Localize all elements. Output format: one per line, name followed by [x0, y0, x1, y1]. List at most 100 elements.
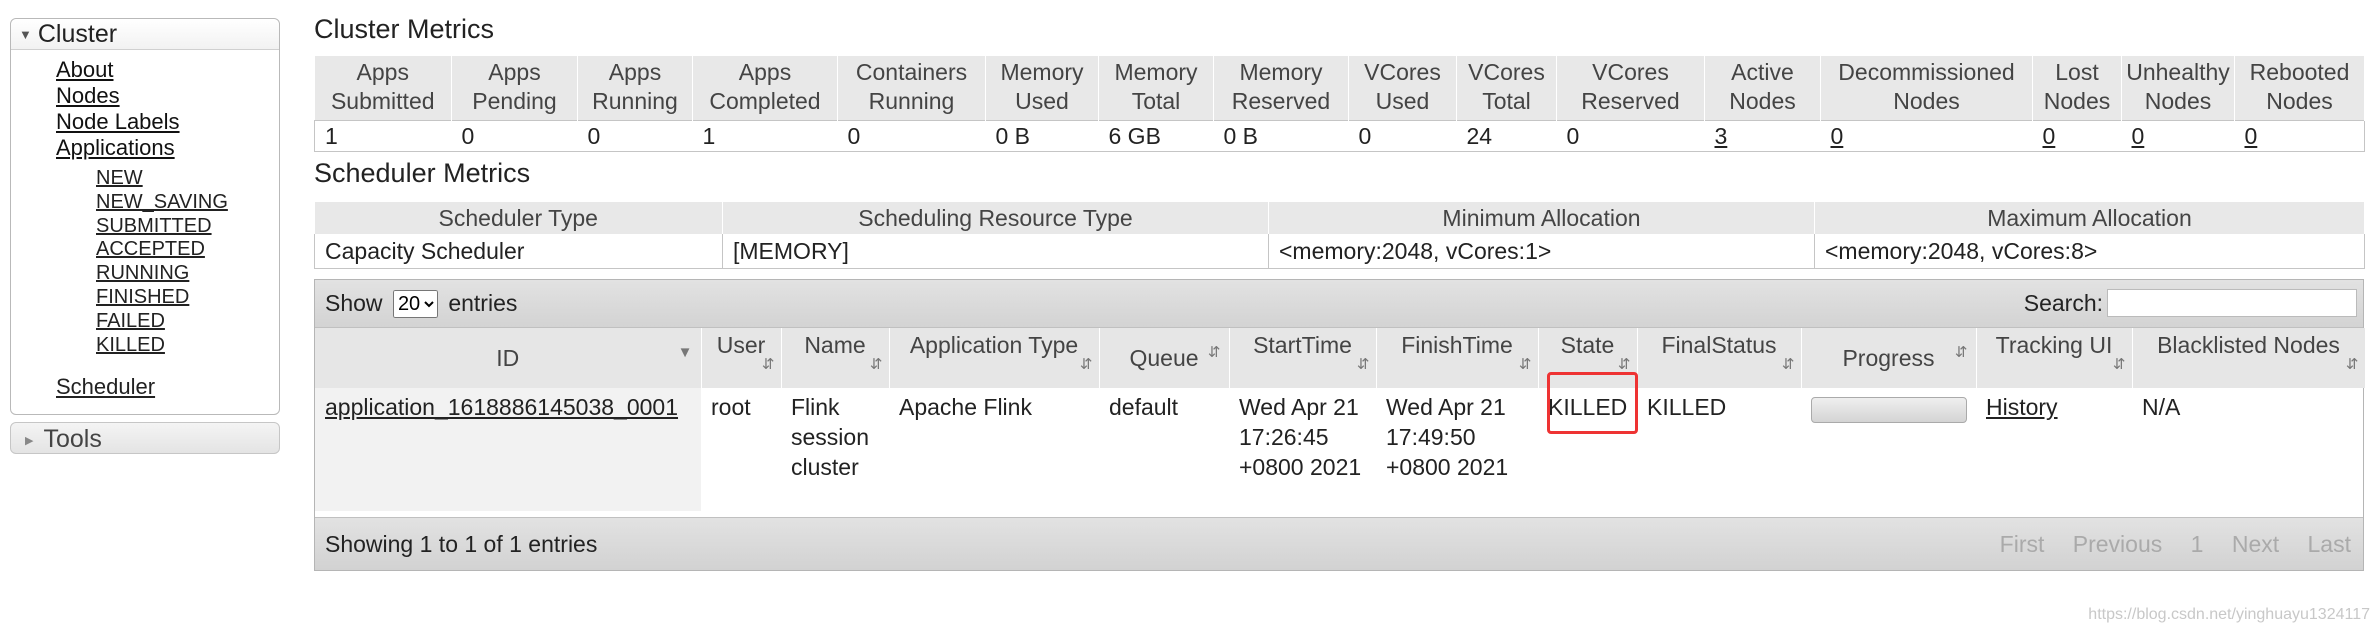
column-header-name[interactable]: Name ⇵ — [781, 328, 890, 388]
show-label: Show — [325, 290, 383, 316]
metric-link[interactable]: 0 — [2043, 123, 2056, 149]
collapse-triangle-icon: ▼ — [19, 27, 32, 42]
metric-value-apps-submitted: 1 — [314, 120, 452, 152]
sort-icon: ⇵ — [1954, 344, 1968, 361]
nav-state-submitted[interactable]: SUBMITTED — [96, 215, 228, 239]
pager-first[interactable]: First — [2000, 531, 2045, 557]
metric-header-apps-completed: Apps Completed — [692, 56, 838, 121]
metric-value-memory-total: 6 GB — [1098, 120, 1214, 152]
nav-link-nodes[interactable]: Nodes — [56, 83, 180, 109]
metric-header-decommissioned-nodes: Decommissioned Nodes — [1820, 56, 2033, 121]
search-label: Search: — [2023, 290, 2103, 316]
app-id-link[interactable]: application_1618886145038_0001 — [325, 394, 678, 420]
table-row: application_1618886145038_0001 root Flin… — [315, 388, 2365, 511]
column-header-blacklisted-nodes[interactable]: Blacklisted Nodes ⇵ — [2132, 328, 2366, 388]
nav-link-applications[interactable]: Applications — [56, 135, 180, 161]
metric-value-decommissioned-nodes: 0 — [1820, 120, 2033, 152]
column-header-finalstatus[interactable]: FinalStatus ⇵ — [1637, 328, 1802, 388]
metric-header-apps-running: Apps Running — [577, 56, 693, 121]
metric-link[interactable]: 0 — [1831, 123, 1844, 149]
metric-value-apps-pending: 0 — [451, 120, 578, 152]
app-start-time-cell: Wed Apr 21 17:26:45 +0800 2021 — [1239, 394, 1362, 480]
metric-value-rebooted-nodes: 0 — [2234, 120, 2365, 152]
application-state-links: NEW NEW_SAVING SUBMITTED ACCEPTED RUNNIN… — [96, 167, 228, 357]
sort-icon: ⇵ — [2345, 356, 2359, 373]
pager-next[interactable]: Next — [2232, 531, 2279, 557]
applications-header-row: ID ▼ User ⇵ Name ⇵ Application Type ⇵ Queue ⇵ Star… — [315, 328, 2366, 388]
metric-header-unhealthy-nodes: Unhealthy Nodes — [2121, 56, 2235, 121]
sort-icon: ▼ — [677, 344, 693, 361]
nav-link-about[interactable]: About — [56, 57, 180, 83]
page-size-select[interactable]: 20 — [392, 290, 438, 318]
metric-link[interactable]: 0 — [2245, 123, 2258, 149]
metric-value-apps-completed: 1 — [692, 120, 838, 152]
metric-header-containers-running: Containers Running — [837, 56, 986, 121]
search-input[interactable] — [2107, 289, 2357, 317]
metric-header-memory-used: Memory Used — [985, 56, 1099, 121]
sched-value-resource-type: [MEMORY] — [722, 234, 1269, 269]
pager-page-1[interactable]: 1 — [2191, 531, 2204, 557]
entries-info: Showing 1 to 1 of 1 entries — [325, 531, 598, 557]
metric-link[interactable]: 0 — [2132, 123, 2145, 149]
nav-state-finished[interactable]: FINISHED — [96, 286, 228, 310]
metric-header-vcores-reserved: VCores Reserved — [1556, 56, 1705, 121]
cluster-panel-header[interactable]: ▼ Cluster — [11, 19, 279, 50]
scheduler-metrics-title: Scheduler Metrics — [314, 158, 531, 188]
metric-header-lost-nodes: Lost Nodes — [2032, 56, 2122, 121]
app-name-cell: Flink session cluster — [791, 394, 869, 480]
sched-header-min-alloc: Minimum Allocation — [1268, 202, 1815, 234]
metric-header-active-nodes: Active Nodes — [1704, 56, 1821, 121]
column-header-tracking-ui[interactable]: Tracking UI ⇵ — [1976, 328, 2133, 388]
metric-link[interactable]: 3 — [1715, 123, 1728, 149]
cluster-links: About Nodes Node Labels Applications — [56, 57, 180, 161]
datatable-toolbar: Show 20 entries Search: — [315, 280, 2363, 328]
column-header-queue[interactable]: Queue ⇵ — [1099, 328, 1230, 388]
column-header-finishtime[interactable]: FinishTime ⇵ — [1376, 328, 1539, 388]
sort-icon: ⇵ — [869, 356, 883, 373]
app-finish-time-cell: Wed Apr 21 17:49:50 +0800 2021 — [1386, 394, 1509, 480]
applications-table: ID ▼ User ⇵ Name ⇵ Application Type ⇵ Queue ⇵ Star… — [315, 328, 2366, 511]
metric-value-containers-running: 0 — [837, 120, 986, 152]
sched-value-max-alloc: <memory:2048, vCores:8> — [1814, 234, 2365, 269]
cluster-metrics-table: Apps Submitted Apps Pending Apps Running Apps C… — [314, 56, 2365, 152]
watermark: https://blog.csdn.net/yinghuayu1324117 — [2088, 606, 2370, 623]
nav-state-accepted[interactable]: ACCEPTED — [96, 238, 228, 262]
nav-state-killed[interactable]: KILLED — [96, 334, 228, 358]
nav-link-node-labels[interactable]: Node Labels — [56, 109, 180, 135]
metric-value-active-nodes: 3 — [1704, 120, 1821, 152]
tools-title: Tools — [43, 425, 102, 453]
nav-link-scheduler[interactable]: Scheduler — [56, 374, 155, 400]
sort-icon: ⇵ — [1781, 356, 1795, 373]
app-type-cell: Apache Flink — [899, 394, 1032, 420]
nav-state-failed[interactable]: FAILED — [96, 310, 228, 334]
sort-icon: ⇵ — [2112, 356, 2126, 373]
column-header-progress[interactable]: Progress ⇵ — [1801, 328, 1977, 388]
app-user-cell: root — [711, 394, 751, 420]
column-header-id[interactable]: ID ▼ — [315, 328, 702, 388]
cluster-metrics-title: Cluster Metrics — [314, 14, 495, 44]
page-length-control: Show 20 entries — [325, 290, 517, 318]
nav-state-new-saving[interactable]: NEW_SAVING — [96, 191, 228, 215]
metric-header-apps-submitted: Apps Submitted — [314, 56, 452, 121]
app-tracking-ui-cell: History — [1976, 388, 2132, 511]
app-id-cell: application_1618886145038_0001 — [315, 388, 701, 511]
metric-value-vcores-total: 24 — [1456, 120, 1557, 152]
sched-header-max-alloc: Maximum Allocation — [1814, 202, 2365, 234]
column-header-starttime[interactable]: StartTime ⇵ — [1229, 328, 1377, 388]
pager-last[interactable]: Last — [2308, 531, 2351, 557]
pager-previous[interactable]: Previous — [2073, 531, 2162, 557]
sched-header-type: Scheduler Type — [314, 202, 723, 234]
column-header-user[interactable]: User ⇵ — [701, 328, 782, 388]
sched-value-type: Capacity Scheduler — [314, 234, 723, 269]
column-header-application-type[interactable]: Application Type ⇵ — [889, 328, 1100, 388]
app-queue-cell: default — [1109, 394, 1179, 420]
tools-panel-header[interactable]: ▶ Tools — [10, 422, 280, 454]
metric-value-apps-running: 0 — [577, 120, 693, 152]
nav-state-running[interactable]: RUNNING — [96, 262, 228, 286]
cluster-title: Cluster — [37, 20, 118, 48]
nav-state-new[interactable]: NEW — [96, 167, 228, 191]
sched-value-min-alloc: <memory:2048, vCores:1> — [1268, 234, 1815, 269]
metric-value-lost-nodes: 0 — [2032, 120, 2122, 152]
metric-header-memory-reserved: Memory Reserved — [1213, 56, 1349, 121]
history-link[interactable]: History — [1986, 394, 2058, 420]
